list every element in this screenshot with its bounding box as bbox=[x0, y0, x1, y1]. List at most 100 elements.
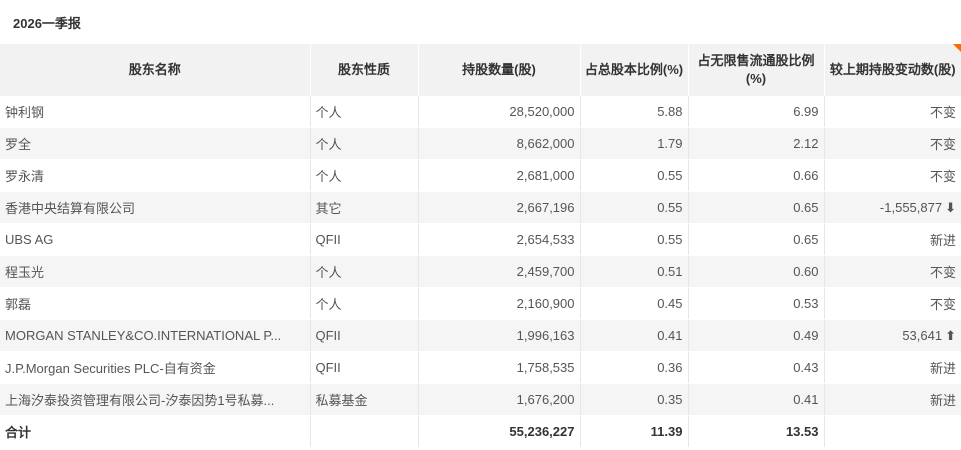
total-ratio-cell: 5.88 bbox=[580, 96, 689, 128]
total-ratio-cell: 0.55 bbox=[580, 191, 689, 224]
total-share-count-cell: 55,236,227 bbox=[418, 415, 581, 448]
holder-name-cell: 程玉光 bbox=[0, 255, 311, 288]
float-ratio-sum-cell: 13.53 bbox=[688, 415, 825, 448]
change-value: 新进 bbox=[929, 233, 956, 248]
table-row: UBS AG QFII 2,654,533 0.55 0.65 新进 bbox=[0, 223, 961, 256]
change-cell: 不变 bbox=[824, 287, 961, 320]
change-cell: 不变 bbox=[824, 96, 961, 128]
change-cell: 53,641 ⬆ bbox=[824, 319, 961, 352]
share-count-cell: 1,996,163 bbox=[418, 319, 581, 352]
header-share-count: 持股数量(股) bbox=[418, 44, 581, 96]
total-empty-cell bbox=[310, 415, 419, 448]
share-count-cell: 1,676,200 bbox=[418, 383, 581, 416]
table-row: 程玉光 个人 2,459,700 0.51 0.60 不变 bbox=[0, 255, 961, 288]
share-count-cell: 2,681,000 bbox=[418, 159, 581, 192]
holder-nature-cell: 私募基金 bbox=[310, 383, 419, 416]
total-ratio-sum-cell: 11.39 bbox=[580, 415, 689, 448]
header-holder-nature: 股东性质 bbox=[310, 44, 419, 96]
table-row: 香港中央结算有限公司 其它 2,667,196 0.55 0.65 -1,555,877 ⬇ bbox=[0, 191, 961, 224]
total-ratio-cell: 1.79 bbox=[580, 127, 689, 160]
total-ratio-cell: 0.35 bbox=[580, 383, 689, 416]
holder-name-cell: J.P.Morgan Securities PLC-自有资金 bbox=[0, 351, 311, 384]
total-ratio-cell: 0.55 bbox=[580, 223, 689, 256]
share-count-cell: 2,654,533 bbox=[418, 223, 581, 256]
change-value: 不变 bbox=[929, 169, 956, 184]
float-ratio-cell: 0.60 bbox=[688, 255, 825, 288]
float-ratio-cell: 0.66 bbox=[688, 159, 825, 192]
change-cell: -1,555,877 ⬇ bbox=[824, 191, 961, 224]
float-ratio-cell: 0.41 bbox=[688, 383, 825, 416]
arrow-down-icon: ⬇ bbox=[945, 199, 956, 215]
float-ratio-cell: 0.53 bbox=[688, 287, 825, 320]
total-ratio-cell: 0.41 bbox=[580, 319, 689, 352]
table-header-row: 股东名称 股东性质 持股数量(股) 占总股本比例(%) 占无限售流通股比例(%)… bbox=[0, 44, 961, 96]
holder-name-cell: 上海汐泰投资管理有限公司-汐泰因势1号私募... bbox=[0, 383, 311, 416]
table-row: 罗全 个人 8,662,000 1.79 2.12 不变 bbox=[0, 127, 961, 160]
change-cell: 新进 bbox=[824, 383, 961, 416]
share-count-cell: 8,662,000 bbox=[418, 127, 581, 160]
total-label-cell: 合计 bbox=[0, 415, 311, 448]
change-cell: 不变 bbox=[824, 127, 961, 160]
holder-nature-cell: 个人 bbox=[310, 255, 419, 288]
share-count-cell: 2,459,700 bbox=[418, 255, 581, 288]
header-float-ratio: 占无限售流通股比例(%) bbox=[688, 44, 825, 96]
holder-name-cell: 郭磊 bbox=[0, 287, 311, 320]
table-row: 郭磊 个人 2,160,900 0.45 0.53 不变 bbox=[0, 287, 961, 320]
holder-name-cell: 罗全 bbox=[0, 127, 311, 160]
period-title: 2026一季报 bbox=[13, 16, 81, 31]
change-value: 新进 bbox=[929, 361, 956, 376]
change-value: -1,555,877 bbox=[879, 199, 943, 215]
holder-name-cell: 罗永清 bbox=[0, 159, 311, 192]
table-row: 钟利钢 个人 28,520,000 5.88 6.99 不变 bbox=[0, 96, 961, 128]
corner-marker-icon bbox=[953, 44, 961, 52]
table-row: 上海汐泰投资管理有限公司-汐泰因势1号私募... 私募基金 1,676,200 0.3… bbox=[0, 383, 961, 416]
total-ratio-cell: 0.36 bbox=[580, 351, 689, 384]
change-cell: 新进 bbox=[824, 223, 961, 256]
change-value: 不变 bbox=[929, 105, 956, 120]
table-row: 罗永清 个人 2,681,000 0.55 0.66 不变 bbox=[0, 159, 961, 192]
share-count-cell: 2,667,196 bbox=[418, 191, 581, 224]
float-ratio-cell: 0.49 bbox=[688, 319, 825, 352]
table-row: MORGAN STANLEY&CO.INTERNATIONAL P... QFII… bbox=[0, 319, 961, 352]
change-value: 53,641 bbox=[902, 327, 943, 343]
shareholders-table: 股东名称 股东性质 持股数量(股) 占总股本比例(%) 占无限售流通股比例(%)… bbox=[0, 44, 961, 448]
header-change-label: 较上期持股变动数(股) bbox=[829, 62, 956, 77]
float-ratio-cell: 0.43 bbox=[688, 351, 825, 384]
holder-name-cell: 钟利钢 bbox=[0, 96, 311, 128]
share-count-cell: 2,160,900 bbox=[418, 287, 581, 320]
change-cell: 不变 bbox=[824, 255, 961, 288]
holder-nature-cell: 个人 bbox=[310, 159, 419, 192]
change-value: 不变 bbox=[929, 137, 956, 152]
total-ratio-cell: 0.55 bbox=[580, 159, 689, 192]
header-change: 较上期持股变动数(股) bbox=[824, 44, 961, 96]
holder-nature-cell: 个人 bbox=[310, 287, 419, 320]
holder-nature-cell: QFII bbox=[310, 319, 419, 352]
float-ratio-cell: 0.65 bbox=[688, 191, 825, 224]
holder-nature-cell: 个人 bbox=[310, 127, 419, 160]
table-row: J.P.Morgan Securities PLC-自有资金 QFII 1,758,… bbox=[0, 351, 961, 384]
change-value: 不变 bbox=[929, 265, 956, 280]
header-holder-name: 股东名称 bbox=[0, 44, 311, 96]
share-count-cell: 28,520,000 bbox=[418, 96, 581, 128]
total-change-empty-cell bbox=[824, 415, 961, 448]
float-ratio-cell: 6.99 bbox=[688, 96, 825, 128]
header-total-ratio: 占总股本比例(%) bbox=[580, 44, 689, 96]
holder-name-cell: 香港中央结算有限公司 bbox=[0, 191, 311, 224]
float-ratio-cell: 2.12 bbox=[688, 127, 825, 160]
total-ratio-cell: 0.45 bbox=[580, 287, 689, 320]
holder-nature-cell: QFII bbox=[310, 351, 419, 384]
change-value: 新进 bbox=[929, 393, 956, 408]
table-total-row: 合计 55,236,227 11.39 13.53 bbox=[0, 415, 961, 448]
holder-nature-cell: QFII bbox=[310, 223, 419, 256]
change-cell: 不变 bbox=[824, 159, 961, 192]
arrow-up-icon: ⬆ bbox=[945, 327, 956, 343]
change-value: 不变 bbox=[929, 297, 956, 312]
holder-name-cell: MORGAN STANLEY&CO.INTERNATIONAL P... bbox=[0, 319, 311, 352]
change-cell: 新进 bbox=[824, 351, 961, 384]
holder-name-cell: UBS AG bbox=[0, 223, 311, 256]
holder-nature-cell: 其它 bbox=[310, 191, 419, 224]
float-ratio-cell: 0.65 bbox=[688, 223, 825, 256]
share-count-cell: 1,758,535 bbox=[418, 351, 581, 384]
holder-nature-cell: 个人 bbox=[310, 96, 419, 128]
total-ratio-cell: 0.51 bbox=[580, 255, 689, 288]
